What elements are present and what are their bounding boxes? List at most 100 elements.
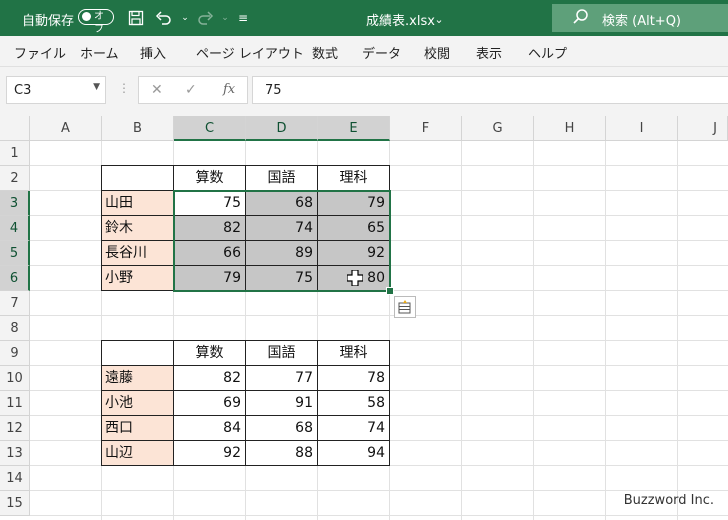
table1-name-cell[interactable]: 山田 (101, 190, 174, 216)
table2-value-cell[interactable]: 77 (245, 365, 318, 391)
table1-value-cell[interactable]: 68 (245, 190, 318, 216)
column-header-d[interactable]: D (246, 116, 318, 141)
table2-value-cell[interactable]: 78 (317, 365, 390, 391)
table1-name-cell[interactable]: 長谷川 (101, 240, 174, 266)
table1-value-cell[interactable]: 65 (317, 215, 390, 241)
table1-value-cell[interactable]: 79 (173, 265, 246, 291)
formula-input[interactable]: 75 (252, 76, 728, 104)
column-header-e[interactable]: E (318, 116, 390, 141)
row-header-3[interactable]: 3 (0, 191, 30, 216)
save-icon[interactable] (125, 7, 147, 29)
tab-file[interactable]: ファイル (14, 43, 66, 62)
table2-value-cell[interactable]: 92 (173, 440, 246, 466)
table2-value-cell[interactable]: 74 (317, 415, 390, 441)
row-header-15[interactable]: 15 (0, 491, 30, 516)
autosave-toggle[interactable]: オフ (78, 9, 114, 35)
title-bar: 自動保存 オフ ⌄ ⌄ ≡ 成績表.xlsx ⌄ 検索 (Alt+Q) (0, 0, 728, 36)
table1-value-cell[interactable]: 74 (245, 215, 318, 241)
row-header-4[interactable]: 4 (0, 216, 30, 241)
table2-value-cell[interactable]: 68 (245, 415, 318, 441)
table2-name-cell[interactable]: 遠藤 (101, 365, 174, 391)
table1-value-cell[interactable]: 75 (245, 265, 318, 291)
formula-buttons: ✕ ✓ fx (138, 76, 248, 104)
column-header-j[interactable]: J (678, 116, 728, 141)
row-header-5[interactable]: 5 (0, 241, 30, 266)
column-header-h[interactable]: H (534, 116, 606, 141)
table2-value-cell[interactable]: 84 (173, 415, 246, 441)
search-icon (572, 8, 590, 30)
file-name[interactable]: 成績表.xlsx (366, 10, 435, 29)
table2-value-cell[interactable]: 94 (317, 440, 390, 466)
tab-view[interactable]: 表示 (476, 43, 502, 62)
tab-page-layout[interactable]: ページ レイアウト (196, 43, 304, 62)
table2-header-math[interactable]: 算数 (173, 340, 246, 366)
row-header-13[interactable]: 13 (0, 441, 30, 466)
table1-value-cell[interactable]: 79 (317, 190, 390, 216)
row-header-6[interactable]: 6 (0, 266, 30, 291)
name-box[interactable]: C3 ▼ (6, 76, 106, 104)
table2-value-cell[interactable]: 58 (317, 390, 390, 416)
table2-header-science[interactable]: 理科 (317, 340, 390, 366)
table1-header-science[interactable]: 理科 (317, 165, 390, 191)
row-header-1[interactable]: 1 (0, 141, 30, 166)
column-header-b[interactable]: B (102, 116, 174, 141)
tab-formulas[interactable]: 数式 (312, 43, 338, 62)
row-header-10[interactable]: 10 (0, 366, 30, 391)
table2-value-cell[interactable]: 88 (245, 440, 318, 466)
row-header-14[interactable]: 14 (0, 466, 30, 491)
table1-value-cell[interactable]: 92 (317, 240, 390, 266)
table2-corner-cell[interactable] (101, 340, 174, 366)
formula-bar: C3 ▼ ⋮ ✕ ✓ fx 75 (0, 67, 728, 116)
row-header-2[interactable]: 2 (0, 166, 30, 191)
table2-value-cell[interactable]: 69 (173, 390, 246, 416)
filename-chevron-icon[interactable]: ⌄ (428, 8, 450, 30)
table2-name-cell[interactable]: 小池 (101, 390, 174, 416)
table2-value-cell[interactable]: 91 (245, 390, 318, 416)
row-header-9[interactable]: 9 (0, 341, 30, 366)
fill-handle[interactable] (386, 287, 394, 295)
table1-value-cell[interactable]: 75 (173, 190, 246, 216)
search-box[interactable]: 検索 (Alt+Q) (552, 4, 728, 32)
table1-header-math[interactable]: 算数 (173, 165, 246, 191)
row-header-11[interactable]: 11 (0, 391, 30, 416)
undo-dropdown-icon[interactable]: ⌄ (174, 7, 196, 29)
column-header-i[interactable]: I (606, 116, 678, 141)
undo-icon[interactable] (153, 7, 175, 29)
table1-value-cell[interactable]: 66 (173, 240, 246, 266)
enter-icon[interactable]: ✓ (185, 82, 197, 98)
table1-name-cell[interactable]: 鈴木 (101, 215, 174, 241)
toggle-knob (82, 12, 91, 21)
more-options-icon[interactable]: ⋮ (118, 81, 130, 95)
quick-analysis-button[interactable] (394, 296, 416, 318)
table1-value-cell[interactable]: 89 (245, 240, 318, 266)
customize-toolbar-icon[interactable]: ≡ (232, 7, 254, 29)
column-header-g[interactable]: G (462, 116, 534, 141)
column-header-c[interactable]: C (174, 116, 246, 141)
redo-icon[interactable] (194, 7, 216, 29)
table1-name-cell[interactable]: 小野 (101, 265, 174, 291)
row-header-8[interactable]: 8 (0, 316, 30, 341)
cancel-icon[interactable]: ✕ (151, 82, 163, 98)
tab-data[interactable]: データ (362, 43, 401, 62)
tab-review[interactable]: 校閲 (424, 43, 450, 62)
tab-insert[interactable]: 挿入 (140, 43, 166, 62)
row-header-7[interactable]: 7 (0, 291, 30, 316)
table2-name-cell[interactable]: 山辺 (101, 440, 174, 466)
column-header-f[interactable]: F (390, 116, 462, 141)
table1-header-japanese[interactable]: 国語 (245, 165, 318, 191)
search-placeholder: 検索 (Alt+Q) (602, 14, 682, 29)
tab-home[interactable]: ホーム (80, 43, 119, 62)
insert-function-icon[interactable]: fx (223, 82, 235, 97)
table1-value-cell[interactable]: 82 (173, 215, 246, 241)
table1-corner-cell[interactable] (101, 165, 174, 191)
cursor-cross-icon (346, 269, 364, 290)
spreadsheet-grid: A B C D E F G H I J 1 2 3 4 5 6 7 8 9 10… (0, 116, 728, 520)
name-box-dropdown-icon[interactable]: ▼ (93, 82, 100, 92)
row-header-12[interactable]: 12 (0, 416, 30, 441)
tab-help[interactable]: ヘルプ (528, 43, 567, 62)
column-header-a[interactable]: A (30, 116, 102, 141)
table2-name-cell[interactable]: 西口 (101, 415, 174, 441)
table2-header-japanese[interactable]: 国語 (245, 340, 318, 366)
table2-value-cell[interactable]: 82 (173, 365, 246, 391)
select-all-corner[interactable] (0, 116, 30, 141)
